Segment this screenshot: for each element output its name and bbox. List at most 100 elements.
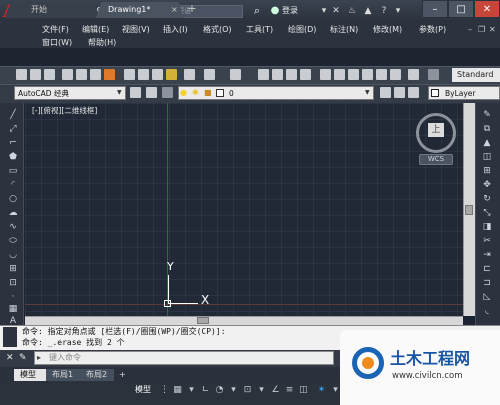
markup-icon[interactable]: [376, 69, 387, 80]
menu-restore-icon[interactable]: ❐: [478, 23, 485, 36]
horizontal-scroll-thumb[interactable]: [197, 317, 209, 324]
vertical-scroll-thumb[interactable]: [465, 205, 473, 215]
polyline-icon[interactable]: ⌐: [7, 138, 19, 149]
design-center-icon[interactable]: [334, 69, 345, 80]
move-icon[interactable]: ✥: [481, 180, 493, 191]
arc-icon[interactable]: ◜: [7, 180, 19, 191]
chevron-down-icon[interactable]: ▼: [365, 87, 373, 99]
calculator-icon[interactable]: [390, 69, 401, 80]
mirror-icon[interactable]: ▲: [481, 138, 493, 149]
login-button[interactable]: 登录: [282, 4, 310, 18]
chevron-down-icon[interactable]: ▾: [228, 384, 239, 396]
lock-icon[interactable]: ■: [204, 88, 212, 98]
hatch-icon[interactable]: ▦: [7, 304, 19, 315]
maximize-button[interactable]: □: [448, 0, 474, 18]
drawing-canvas[interactable]: [25, 103, 463, 316]
ellipse-arc-icon[interactable]: ◡: [7, 250, 19, 261]
text-style-select[interactable]: Standard: [452, 68, 500, 82]
menu-insert[interactable]: 插入(I): [163, 23, 188, 36]
ortho-icon[interactable]: ∟: [200, 384, 211, 396]
print-preview-icon[interactable]: [76, 69, 87, 80]
offset-icon[interactable]: ◫: [481, 152, 493, 163]
layer-match-icon[interactable]: [408, 87, 419, 98]
polar-icon[interactable]: ◔: [214, 384, 225, 396]
tab-layout1[interactable]: 布局1: [46, 369, 80, 381]
extend-icon[interactable]: ⇥: [481, 250, 493, 261]
publish-icon[interactable]: [90, 69, 101, 80]
trim-icon[interactable]: ✂: [481, 236, 493, 247]
new-icon[interactable]: [16, 69, 27, 80]
chevron-down-icon[interactable]: ▾: [186, 384, 197, 396]
make-current-icon[interactable]: [380, 87, 391, 98]
rotate-icon[interactable]: ↻: [481, 194, 493, 205]
zoom-previous-icon[interactable]: [300, 69, 311, 80]
viewcube-face[interactable]: 上: [428, 123, 444, 137]
chamfer-icon[interactable]: ◺: [481, 292, 493, 303]
text-style-icon[interactable]: [428, 69, 439, 80]
chevron-down-icon[interactable]: ▾: [392, 5, 404, 17]
chevron-down-icon[interactable]: ▾: [256, 384, 267, 396]
line-icon[interactable]: ╱: [7, 110, 19, 121]
revision-cloud-icon[interactable]: ☁: [7, 208, 19, 219]
fillet-icon[interactable]: ◟: [481, 306, 493, 317]
construction-line-icon[interactable]: ⤢: [7, 124, 19, 135]
connect-icon[interactable]: ♨: [346, 5, 358, 17]
open-icon[interactable]: [30, 69, 41, 80]
copy-icon[interactable]: [138, 69, 149, 80]
add-layout-button[interactable]: +: [116, 369, 130, 381]
menu-edit[interactable]: 编辑(E): [82, 23, 109, 36]
annotation-scale-icon[interactable]: ✶: [316, 384, 327, 396]
menu-modify[interactable]: 修改(M): [373, 23, 402, 36]
object-snap-icon[interactable]: ⊡: [242, 384, 253, 396]
layer-previous-icon[interactable]: [394, 87, 405, 98]
array-icon[interactable]: ⊞: [481, 166, 493, 177]
tab-start[interactable]: 开始: [5, 2, 100, 18]
point-icon[interactable]: ·: [7, 292, 19, 303]
insert-block-icon[interactable]: ⊞: [7, 264, 19, 275]
menu-format[interactable]: 格式(O): [203, 23, 232, 36]
pan-icon[interactable]: [258, 69, 269, 80]
layer-properties-icon[interactable]: [146, 87, 157, 98]
menu-tools[interactable]: 工具(T): [246, 23, 273, 36]
polygon-icon[interactable]: ⬟: [7, 152, 19, 163]
scale-icon[interactable]: ⤡: [481, 208, 493, 219]
make-block-icon[interactable]: ⊡: [7, 278, 19, 289]
grid-icon[interactable]: ⋮: [159, 384, 170, 396]
match-properties-icon[interactable]: [166, 69, 177, 80]
rectangle-icon[interactable]: ▭: [7, 166, 19, 177]
circle-icon[interactable]: ○: [7, 194, 19, 205]
cut-icon[interactable]: [124, 69, 135, 80]
copy-object-icon[interactable]: ⧉: [481, 124, 493, 135]
menu-parametric[interactable]: 参数(P): [419, 23, 446, 36]
model-space-toggle[interactable]: 模型: [135, 384, 155, 396]
viewport-controls[interactable]: [-][俯视][二维线框]: [32, 105, 132, 117]
sheet-set-icon[interactable]: [362, 69, 373, 80]
layer-states-icon[interactable]: [162, 87, 173, 98]
break-icon[interactable]: ⊏: [481, 264, 493, 275]
menu-close-icon[interactable]: ✕: [489, 23, 496, 36]
horizontal-scrollbar[interactable]: [25, 316, 463, 325]
workspace-settings-icon[interactable]: [130, 87, 141, 98]
save-icon[interactable]: [44, 69, 55, 80]
join-icon[interactable]: ⊐: [481, 278, 493, 289]
undo-icon[interactable]: [204, 69, 215, 80]
warning-icon[interactable]: ▲: [362, 5, 374, 17]
paste-icon[interactable]: [152, 69, 163, 80]
chevron-down-icon[interactable]: ▾: [318, 5, 330, 17]
sun-icon[interactable]: ✺: [192, 88, 200, 98]
stretch-icon[interactable]: ◨: [481, 222, 493, 233]
menu-file[interactable]: 文件(F): [42, 23, 69, 36]
erase-icon[interactable]: ✎: [481, 110, 493, 121]
menu-dimension[interactable]: 标注(N): [330, 23, 358, 36]
wcs-menu[interactable]: WCS: [419, 154, 453, 165]
menu-view[interactable]: 视图(V): [122, 23, 150, 36]
wrench-icon[interactable]: ✎: [19, 353, 29, 363]
help-icon[interactable]: ?: [378, 5, 390, 17]
tab-layout2[interactable]: 布局2: [80, 369, 114, 381]
close-tab-icon[interactable]: ×: [171, 5, 179, 15]
close-button[interactable]: ✕: [474, 0, 500, 18]
zoom-realtime-icon[interactable]: [272, 69, 283, 80]
redo-icon[interactable]: [230, 69, 241, 80]
snap-icon[interactable]: ▦: [172, 384, 183, 396]
new-tab-button[interactable]: +: [186, 3, 198, 15]
